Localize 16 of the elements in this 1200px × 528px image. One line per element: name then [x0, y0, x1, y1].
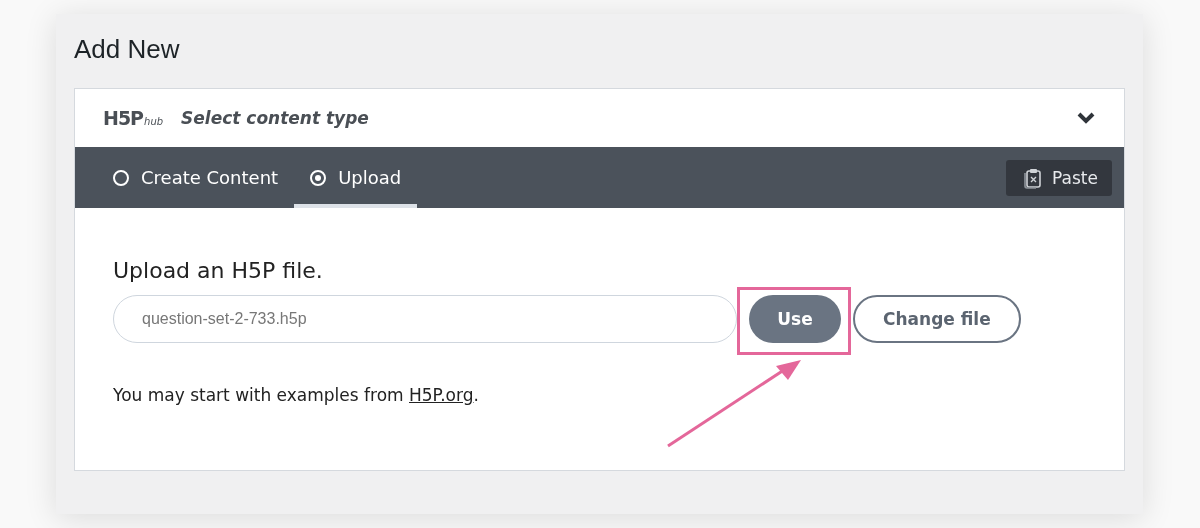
hub-title: Select content type: [181, 108, 370, 128]
examples-note: You may start with examples from H5P.org.: [113, 385, 480, 405]
tab[interactable]: Upload: [294, 147, 418, 208]
radio-icon: [310, 169, 327, 186]
change-file-button[interactable]: Change file: [853, 295, 1021, 343]
use-button[interactable]: Use: [749, 295, 841, 343]
upload-heading: Upload an H5P file.: [113, 258, 324, 283]
tab[interactable]: Create Content: [97, 147, 295, 208]
radio-icon: [113, 169, 129, 186]
page-title: Add New: [74, 34, 181, 66]
hub-logo: H5Phub: [103, 107, 164, 129]
chevron-icon[interactable]: [1076, 111, 1096, 125]
paste-button[interactable]: Paste: [1006, 159, 1112, 196]
h5p-link[interactable]: H5P.org: [409, 385, 474, 405]
clipboard-icon: [1022, 166, 1043, 189]
file-field[interactable]: question-set-2-733.h5p: [113, 295, 737, 343]
